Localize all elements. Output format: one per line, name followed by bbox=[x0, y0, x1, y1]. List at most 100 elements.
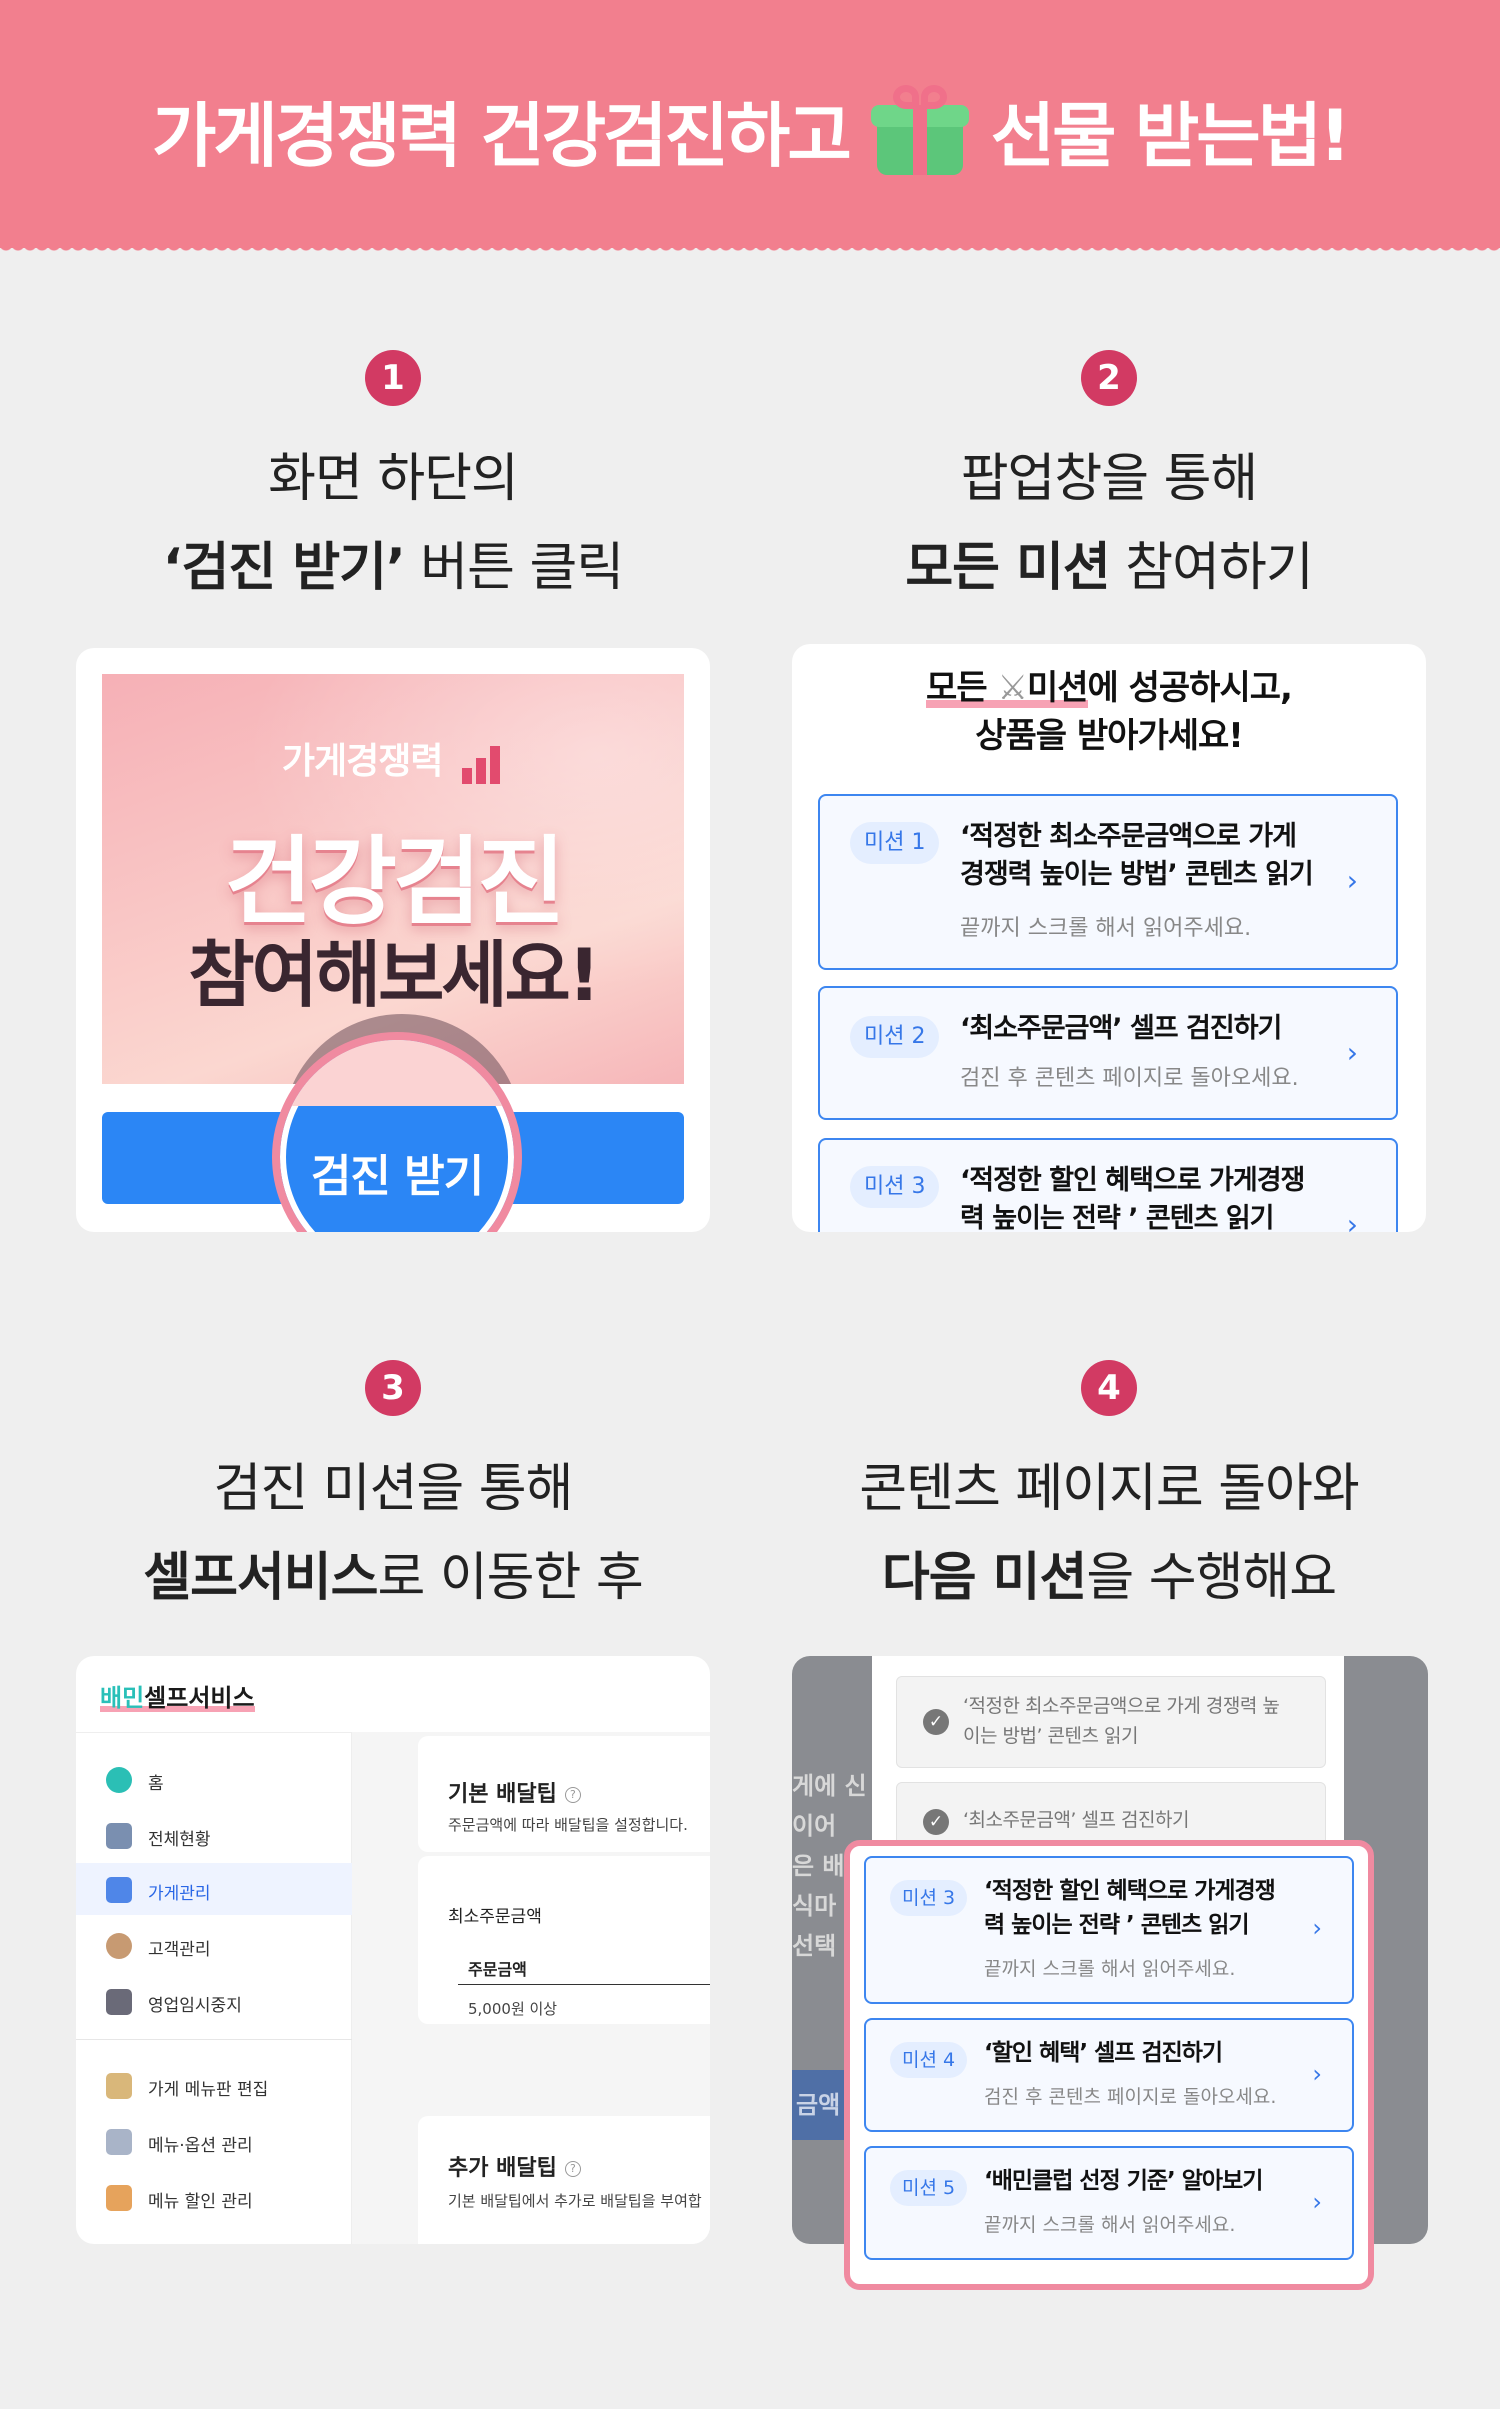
mission-subtext: 끝까지 스크롤 해서 읽어주세요. bbox=[984, 2214, 1236, 2236]
step-3-caption: 3 검진 미션을 통해 셀프서비스로 이동한 후 bbox=[76, 1360, 710, 1610]
chevron-right-icon: › bbox=[1346, 1208, 1358, 1232]
chevron-right-icon: › bbox=[1312, 2188, 1322, 2216]
sidebar-item-store[interactable]: 가게관리 bbox=[76, 1863, 352, 1915]
sidebar-item-label: 고객관리 bbox=[148, 1940, 211, 1960]
help-icon[interactable]: ? bbox=[564, 1787, 581, 1803]
mission-subtext: 끝까지 스크롤 해서 읽어주세요. bbox=[960, 916, 1252, 941]
sidebar-item-dashboard[interactable]: 전체현황 bbox=[76, 1809, 352, 1861]
checkup-button-magnifier[interactable]: 검진 받기 bbox=[272, 1032, 522, 1232]
check-icon: ✓ bbox=[923, 1809, 949, 1835]
pause-store-icon bbox=[106, 1989, 132, 2015]
sidebar-item-label: 영업임시중지 bbox=[148, 1996, 242, 2016]
panel-title: 추가 배달팁 bbox=[448, 2156, 557, 2181]
panel-extra-delivery-tip: 추가 배달팁? 기본 배달팁에서 추가로 배달팁을 부여합 bbox=[418, 2116, 710, 2244]
mission-title: ‘적정한 할인 혜택으로 가게경쟁 력 높이는 전략 ’ 콘텐츠 읽기 bbox=[984, 1874, 1276, 1942]
completed-line2: 이는 방법’ 콘텐츠 읽기 bbox=[963, 1725, 1138, 1747]
table-divider bbox=[458, 1984, 710, 1985]
sidebar-item-label: 가게 메뉴판 편집 bbox=[148, 2080, 269, 2100]
mission-title-line1: ‘적정한 할인 혜택으로 가게경쟁 bbox=[984, 1878, 1276, 1904]
chevron-right-icon: › bbox=[1346, 1036, 1358, 1069]
mission-card[interactable]: 미션 2 ‘최소주문금액’ 셀프 검진하기 검진 후 콘텐츠 페이지로 돌아오세… bbox=[818, 986, 1398, 1120]
panel-subtext: 주문금액에 따라 배달팁을 설정합니다. bbox=[448, 1816, 688, 1834]
mission-card[interactable]: 미션 4 ‘할인 혜택’ 셀프 검진하기 검진 후 콘텐츠 페이지로 돌아오세요… bbox=[864, 2018, 1354, 2132]
panel-title: 기본 배달팁 bbox=[448, 1782, 557, 1807]
mission-title: ‘적정한 할인 혜택으로 가게경쟁 력 높이는 전략 ’ 콘텐츠 읽기 bbox=[960, 1162, 1305, 1232]
sidebar-item-pause[interactable]: 영업임시중지 bbox=[76, 1975, 352, 2027]
banner-small-text: 가게경쟁력 bbox=[281, 741, 444, 782]
mission-card[interactable]: 미션 5 ‘배민클럽 선정 기준’ 알아보기 끝까지 스크롤 해서 읽어주세요.… bbox=[864, 2146, 1354, 2260]
banner-mid-text: 참여해보세요! bbox=[188, 933, 600, 1017]
mission-title: ‘적정한 최소주문금액으로 가게 경쟁력 높이는 방법’ 콘텐츠 읽기 bbox=[960, 818, 1314, 894]
step-4-caption: 4 콘텐츠 페이지로 돌아와 다음 미션을 수행해요 bbox=[792, 1360, 1426, 1610]
step-line2-bold: 모든 미션 bbox=[905, 538, 1110, 598]
step-number: 1 bbox=[365, 350, 421, 406]
step-2-caption: 2 팝업창을 통해 모든 미션 참여하기 bbox=[792, 350, 1426, 600]
checkup-banner: 가게경쟁력 건강검진 참여해보세요! bbox=[102, 674, 684, 1084]
step-line2: 다음 미션을 수행해요 bbox=[792, 1535, 1426, 1610]
mission-subtext: 검진 후 콘텐츠 페이지로 돌아오세요. bbox=[984, 2086, 1277, 2108]
popup-heading: 모든 ⚔미션에 성공하시고, 상품을 받아가세요! bbox=[792, 664, 1426, 760]
mission-title-line2: 력 높이는 전략 ’ 콘텐츠 읽기 bbox=[984, 1912, 1250, 1938]
heading-line1-rest: 에 성공하시고, bbox=[1087, 668, 1293, 708]
mission-badge: 미션 3 bbox=[890, 1880, 968, 1916]
step-line1: 검진 미션을 통해 bbox=[213, 1459, 574, 1519]
background-text-line: 게에 신 bbox=[792, 1772, 867, 1800]
step-line2: 셀프서비스로 이동한 후 bbox=[76, 1535, 710, 1610]
mission-card[interactable]: 미션 1 ‘적정한 최소주문금액으로 가게 경쟁력 높이는 방법’ 콘텐츠 읽기… bbox=[818, 794, 1398, 970]
sidebar-item-menu-discount[interactable]: 메뉴 할인 관리 bbox=[76, 2171, 352, 2223]
min-order-value: 5,000원 이상 bbox=[468, 2000, 558, 2018]
popup-sheet: ✓ ‘적정한 최소주문금액으로 가게 경쟁력 높 이는 방법’ 콘텐츠 읽기 ✓… bbox=[872, 1656, 1344, 1862]
step-line2: 모든 미션 참여하기 bbox=[792, 525, 1426, 600]
heading-line2: 상품을 받아가세요! bbox=[975, 716, 1244, 756]
sidebar-item-home[interactable]: 홈 bbox=[76, 1753, 352, 1805]
step-1-caption: 1 화면 하단의 ‘검진 받기’ 버튼 클릭 bbox=[76, 350, 710, 600]
step-line2-bold: ‘검진 받기’ bbox=[162, 538, 406, 598]
step-line2-rest: 로 이동한 후 bbox=[377, 1548, 643, 1608]
panel-base-delivery-tip: 기본 배달팁? 주문금액에 따라 배달팁을 설정합니다. bbox=[418, 1736, 710, 1852]
mission-card[interactable]: 미션 3 ‘적정한 할인 혜택으로 가게경쟁 력 높이는 전략 ’ 콘텐츠 읽기… bbox=[864, 1856, 1354, 2004]
completed-line1: ‘적정한 최소주문금액으로 가게 경쟁력 높 bbox=[963, 1695, 1280, 1717]
step-line1: 콘텐츠 페이지로 돌아와 bbox=[859, 1459, 1359, 1519]
gift-icon bbox=[870, 84, 969, 177]
step-line2-bold: 셀프서비스 bbox=[143, 1548, 378, 1608]
zoomed-missions-highlight: 미션 3 ‘적정한 할인 혜택으로 가게경쟁 력 높이는 전략 ’ 콘텐츠 읽기… bbox=[844, 1840, 1374, 2290]
sidebar-item-label: 전체현황 bbox=[148, 1830, 211, 1850]
step-line2-rest: 을 수행해요 bbox=[1086, 1548, 1337, 1608]
heading-underlined: 미션 bbox=[1026, 668, 1089, 708]
card-checkup-button: 가게경쟁력 건강검진 참여해보세요! 검진 받기 bbox=[76, 648, 710, 1232]
sidebar-item-menu-option[interactable]: 메뉴·옵션 관리 bbox=[76, 2115, 352, 2167]
step-number: 2 bbox=[1081, 350, 1137, 406]
sidebar-item-customers[interactable]: 고객관리 bbox=[76, 1919, 352, 1971]
sidebar-item-menu-board[interactable]: 가게 메뉴판 편집 bbox=[76, 2059, 352, 2111]
customer-icon bbox=[106, 1933, 132, 1959]
step-number: 4 bbox=[1081, 1360, 1137, 1416]
mission-card[interactable]: 미션 3 ‘적정한 할인 혜택으로 가게경쟁 력 높이는 전략 ’ 콘텐츠 읽기… bbox=[818, 1138, 1398, 1232]
swords-icon: ⚔ bbox=[997, 668, 1028, 708]
sidebar: 홈 전체현황 가게관리 고객관리 영업임시중지 가게 메뉴판 편집 메뉴·옵션 … bbox=[76, 1732, 352, 2244]
step-line2-bold: 다음 미션 bbox=[881, 1548, 1087, 1608]
mission-title-line1: ‘적정한 최소주문금액으로 가게 bbox=[960, 821, 1297, 852]
title-left: 가게경쟁력 건강검진하고 bbox=[151, 95, 852, 177]
help-icon[interactable]: ? bbox=[564, 2161, 581, 2177]
completed-line1: ‘최소주문금액’ 셀프 검진하기 bbox=[963, 1809, 1189, 1831]
card-mission-popup: 모든 ⚔미션에 성공하시고, 상품을 받아가세요! 미션 1 ‘적정한 최소주문… bbox=[792, 644, 1426, 1232]
chevron-right-icon: › bbox=[1312, 1914, 1322, 1942]
mission-subtext: 끝까지 스크롤 해서 읽어주세요. bbox=[984, 1958, 1236, 1980]
brand-part-a: 배민 bbox=[100, 1684, 145, 1712]
header-banner: 가게경쟁력 건강검진하고 선물 받는법! bbox=[0, 0, 1500, 258]
menu-board-icon bbox=[106, 2073, 132, 2099]
menu-discount-icon bbox=[106, 2185, 132, 2211]
step-line2: ‘검진 받기’ 버튼 클릭 bbox=[76, 525, 710, 600]
min-order-label: 최소주문금액 bbox=[448, 1907, 542, 1927]
panel-min-order: 최소주문금액 주문금액 5,000원 이상 bbox=[418, 1856, 710, 2024]
mission-badge: 미션 3 bbox=[850, 1166, 940, 1208]
store-icon bbox=[106, 1877, 132, 1903]
mission-title: ‘배민클럽 선정 기준’ 알아보기 bbox=[984, 2168, 1263, 2194]
sidebar-item-label: 메뉴·옵션 관리 bbox=[148, 2136, 253, 2156]
mission-badge: 미션 4 bbox=[890, 2042, 968, 2078]
completed-mission: ✓ ‘적정한 최소주문금액으로 가게 경쟁력 높 이는 방법’ 콘텐츠 읽기 bbox=[896, 1676, 1326, 1768]
sidebar-item-label: 메뉴 할인 관리 bbox=[148, 2192, 253, 2212]
check-icon: ✓ bbox=[923, 1709, 949, 1735]
brand-part-b: 셀프서비스 bbox=[144, 1684, 255, 1712]
checkup-button-label: 검진 받기 bbox=[310, 1151, 484, 1202]
